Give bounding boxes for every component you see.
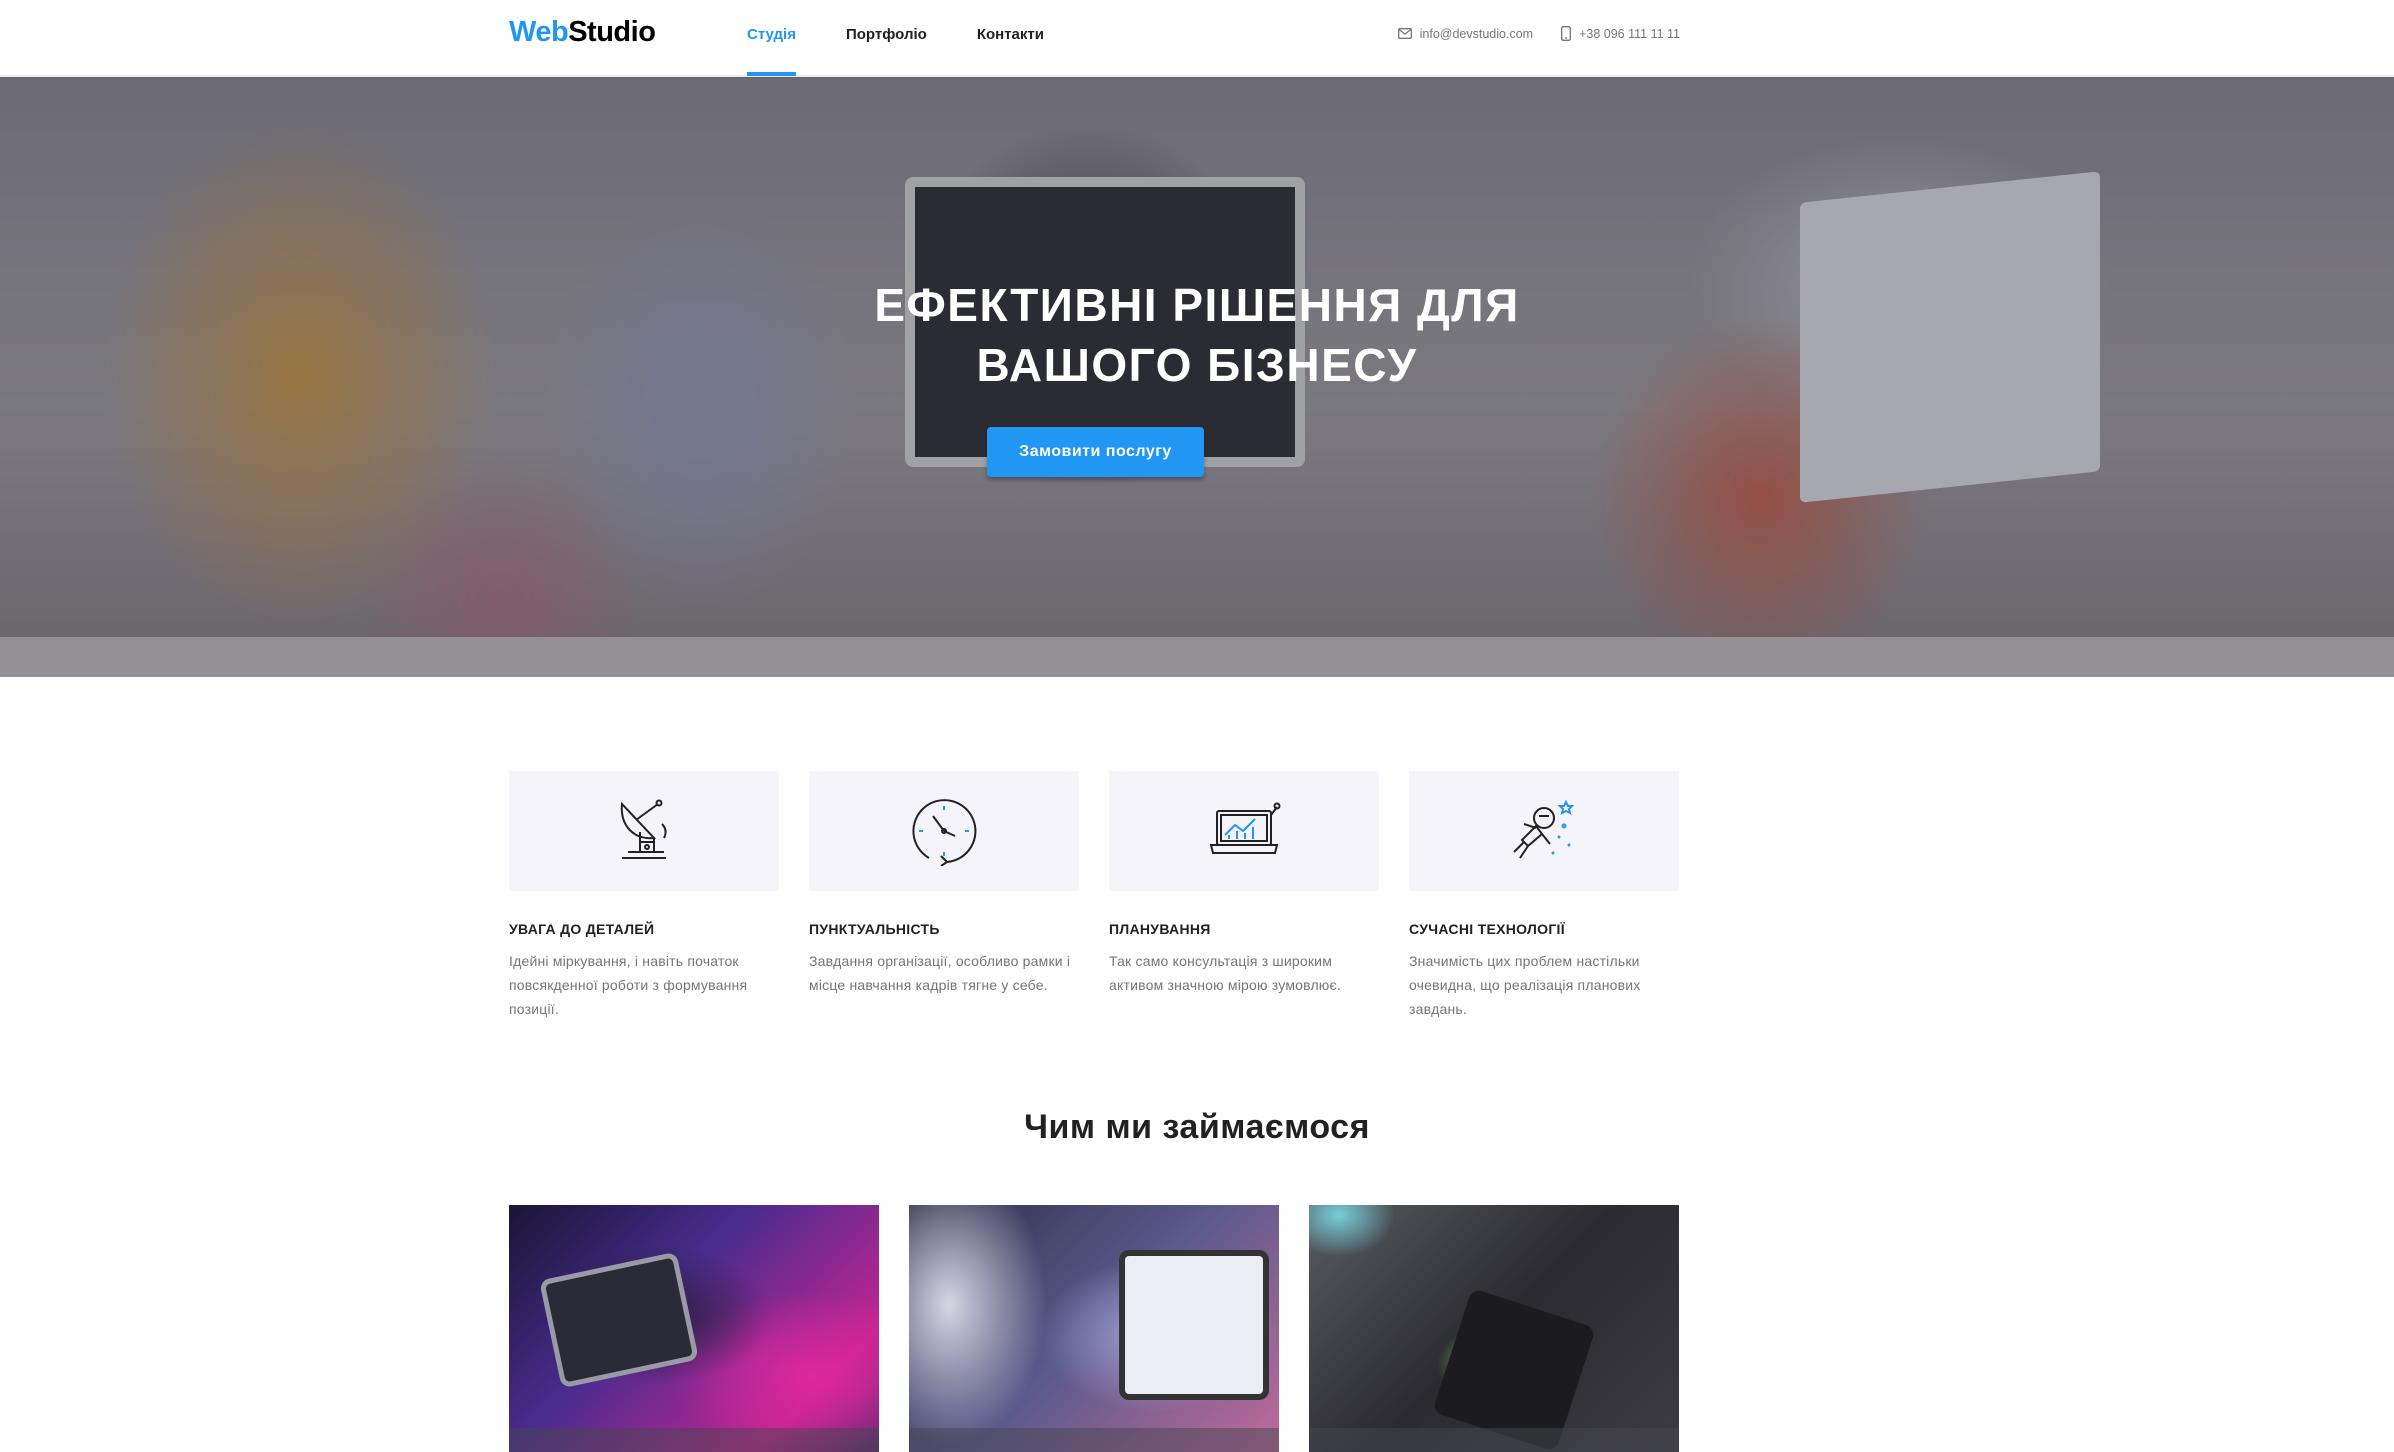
logo[interactable]: WebStudio — [509, 16, 656, 49]
nav-item-contacts[interactable]: Контакти — [977, 0, 1044, 76]
hero-section: ЕФЕКТИВНІ РІШЕННЯ ДЛЯ ВАШОГО БІЗНЕСУ Зам… — [0, 77, 2394, 677]
card-caption-band — [509, 1428, 879, 1452]
features-list: УВАГА ДО ДЕТАЛЕЙ Ідейні міркування, і на… — [509, 771, 1680, 1021]
card-caption-band — [1309, 1428, 1679, 1452]
feature-text: Значимість цих проблем настільки очевидн… — [1409, 953, 1641, 1017]
services-section-title: Чим ми займаємося — [1024, 1108, 1370, 1146]
feature-item: СУЧАСНІ ТЕХНОЛОГІЇ Значимість цих пробле… — [1409, 771, 1679, 1021]
feature-icon-box — [509, 771, 779, 891]
main-nav: Студія Портфоліо Контакти — [747, 0, 1044, 76]
clock-icon — [912, 799, 977, 866]
order-service-button[interactable]: Замовити послугу — [987, 427, 1204, 477]
feature-title: УВАГА ДО ДЕТАЛЕЙ — [509, 921, 655, 937]
service-card-image-coding[interactable] — [509, 1205, 879, 1452]
hero-background-desk — [0, 637, 2394, 677]
nav-item-portfolio[interactable]: Портфоліо — [846, 0, 927, 76]
feature-item: ПУНКТУАЛЬНІСТЬ Завдання організації, осо… — [809, 771, 1079, 1021]
feature-icon-box — [1109, 771, 1379, 891]
phone-link[interactable]: +38 096 111 11 11 — [1561, 26, 1680, 41]
laptop-image — [1119, 1250, 1269, 1400]
nav-item-studio[interactable]: Студія — [747, 0, 796, 76]
feature-item: УВАГА ДО ДЕТАЛЕЙ Ідейні міркування, і на… — [509, 771, 779, 1021]
feature-icon-box — [809, 771, 1079, 891]
feature-text: Завдання організації, особливо рамки і м… — [809, 953, 1071, 993]
feature-item: ПЛАНУВАННЯ Так само консультація з широк… — [1109, 771, 1379, 1021]
feature-icon-box — [1409, 771, 1679, 891]
hero-title-line-2: ВАШОГО БІЗНЕСУ — [976, 339, 1418, 391]
phone-icon — [1561, 26, 1572, 41]
email-text: info@devstudio.com — [1419, 26, 1534, 41]
services-cards — [509, 1205, 1680, 1452]
logo-part-web: Web — [509, 16, 569, 48]
satellite-dish-icon — [620, 799, 667, 859]
feature-title: ПУНКТУАЛЬНІСТЬ — [809, 921, 940, 937]
tablet-image — [539, 1251, 699, 1389]
service-card-image-mobile[interactable] — [909, 1205, 1279, 1452]
header-contacts: info@devstudio.com +38 096 111 11 11 — [1397, 26, 1680, 41]
feature-text: Ідейні міркування, і навіть початок повс… — [509, 953, 748, 1017]
feature-title: ПЛАНУВАННЯ — [1109, 921, 1211, 937]
feature-title: СУЧАСНІ ТЕХНОЛОГІЇ — [1409, 921, 1565, 937]
card-caption-band — [909, 1428, 1279, 1452]
email-link[interactable]: info@devstudio.com — [1397, 26, 1534, 41]
service-card-image-design[interactable] — [1309, 1205, 1679, 1452]
hero-title-line-1: ЕФЕКТИВНІ РІШЕННЯ ДЛЯ — [874, 279, 1520, 331]
astronaut-icon — [1513, 799, 1575, 859]
mail-icon — [1397, 28, 1412, 39]
laptop-chart-icon — [1209, 802, 1281, 854]
feature-text: Так само консультація з широким активом … — [1109, 953, 1341, 993]
logo-part-studio: Studio — [568, 16, 656, 48]
hero-title: ЕФЕКТИВНІ РІШЕННЯ ДЛЯ ВАШОГО БІЗНЕСУ — [0, 275, 2394, 395]
phone-text: +38 096 111 11 11 — [1579, 26, 1680, 41]
site-header: WebStudio Студія Портфоліо Контакти info… — [0, 0, 2394, 76]
